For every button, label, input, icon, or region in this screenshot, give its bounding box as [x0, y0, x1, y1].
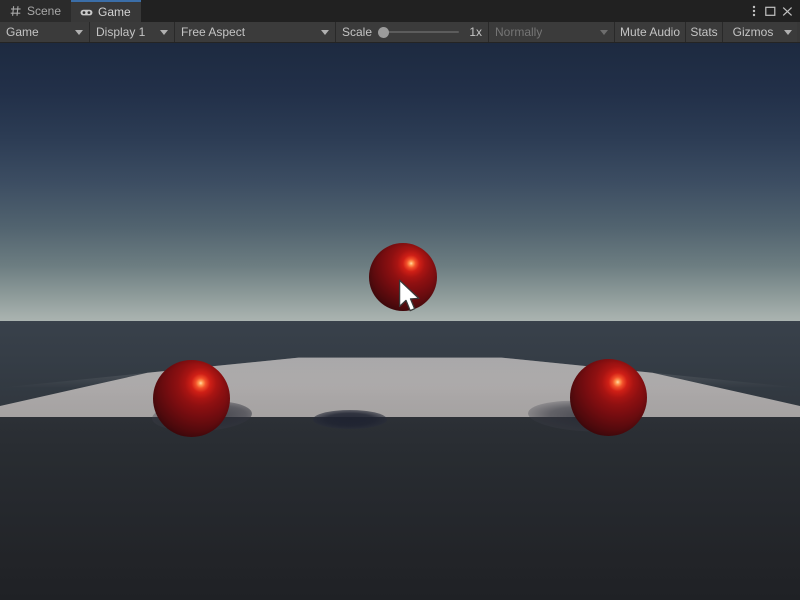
- scale-label: Scale: [342, 25, 372, 39]
- gamepad-icon: [80, 6, 93, 19]
- tab-scene-label: Scene: [27, 4, 61, 18]
- sphere-right[interactable]: [570, 359, 647, 436]
- close-icon[interactable]: [779, 0, 796, 22]
- game-view-toolbar: Game Display 1 Free Aspect Scale 1x Norm…: [0, 22, 800, 43]
- aspect-ratio-dropdown[interactable]: Free Aspect: [175, 22, 336, 42]
- game-target-dropdown[interactable]: Game: [0, 22, 90, 42]
- chevron-down-icon: [160, 30, 168, 35]
- grid-icon: [9, 5, 22, 18]
- foreground-plane: [0, 417, 800, 600]
- scale-slider[interactable]: [378, 22, 461, 42]
- kebab-menu-icon[interactable]: [745, 0, 762, 22]
- unity-editor-window: Scene Game: [0, 0, 800, 600]
- game-view-viewport[interactable]: [0, 43, 800, 600]
- sphere-floating[interactable]: [369, 243, 437, 311]
- sphere-right-rim: [570, 359, 647, 436]
- mute-audio-label: Mute Audio: [620, 25, 680, 39]
- sphere-left[interactable]: [153, 360, 230, 437]
- display-value: Display 1: [96, 25, 145, 39]
- maximize-icon[interactable]: [762, 0, 779, 22]
- window-controls: [745, 0, 800, 22]
- game-target-value: Game: [6, 25, 39, 39]
- stats-button[interactable]: Stats: [686, 22, 723, 42]
- stats-label: Stats: [690, 25, 717, 39]
- gizmos-dropdown[interactable]: [779, 22, 797, 42]
- chevron-down-icon: [784, 30, 792, 35]
- chevron-down-icon: [321, 30, 329, 35]
- aspect-ratio-value: Free Aspect: [181, 25, 245, 39]
- play-mode-dropdown[interactable]: Normally: [489, 22, 615, 42]
- scale-slider-track: [386, 31, 459, 33]
- gizmos-button[interactable]: Gizmos: [723, 22, 779, 42]
- sphere-left-rim: [153, 360, 230, 437]
- scale-value: 1x: [467, 25, 482, 39]
- tab-game[interactable]: Game: [71, 0, 141, 22]
- scale-slider-handle[interactable]: [378, 27, 389, 38]
- tab-scene[interactable]: Scene: [0, 0, 71, 22]
- chevron-down-icon: [600, 30, 608, 35]
- tab-game-label: Game: [98, 5, 131, 19]
- tab-bar: Scene Game: [0, 0, 800, 22]
- chevron-down-icon: [75, 30, 83, 35]
- tab-bar-spacer: [141, 0, 745, 22]
- mute-audio-button[interactable]: Mute Audio: [615, 22, 686, 42]
- gizmos-label: Gizmos: [733, 25, 774, 39]
- scale-slider-group[interactable]: Scale 1x: [336, 22, 489, 42]
- play-mode-value: Normally: [495, 25, 542, 39]
- display-dropdown[interactable]: Display 1: [90, 22, 175, 42]
- sphere-floating-rim: [369, 243, 437, 311]
